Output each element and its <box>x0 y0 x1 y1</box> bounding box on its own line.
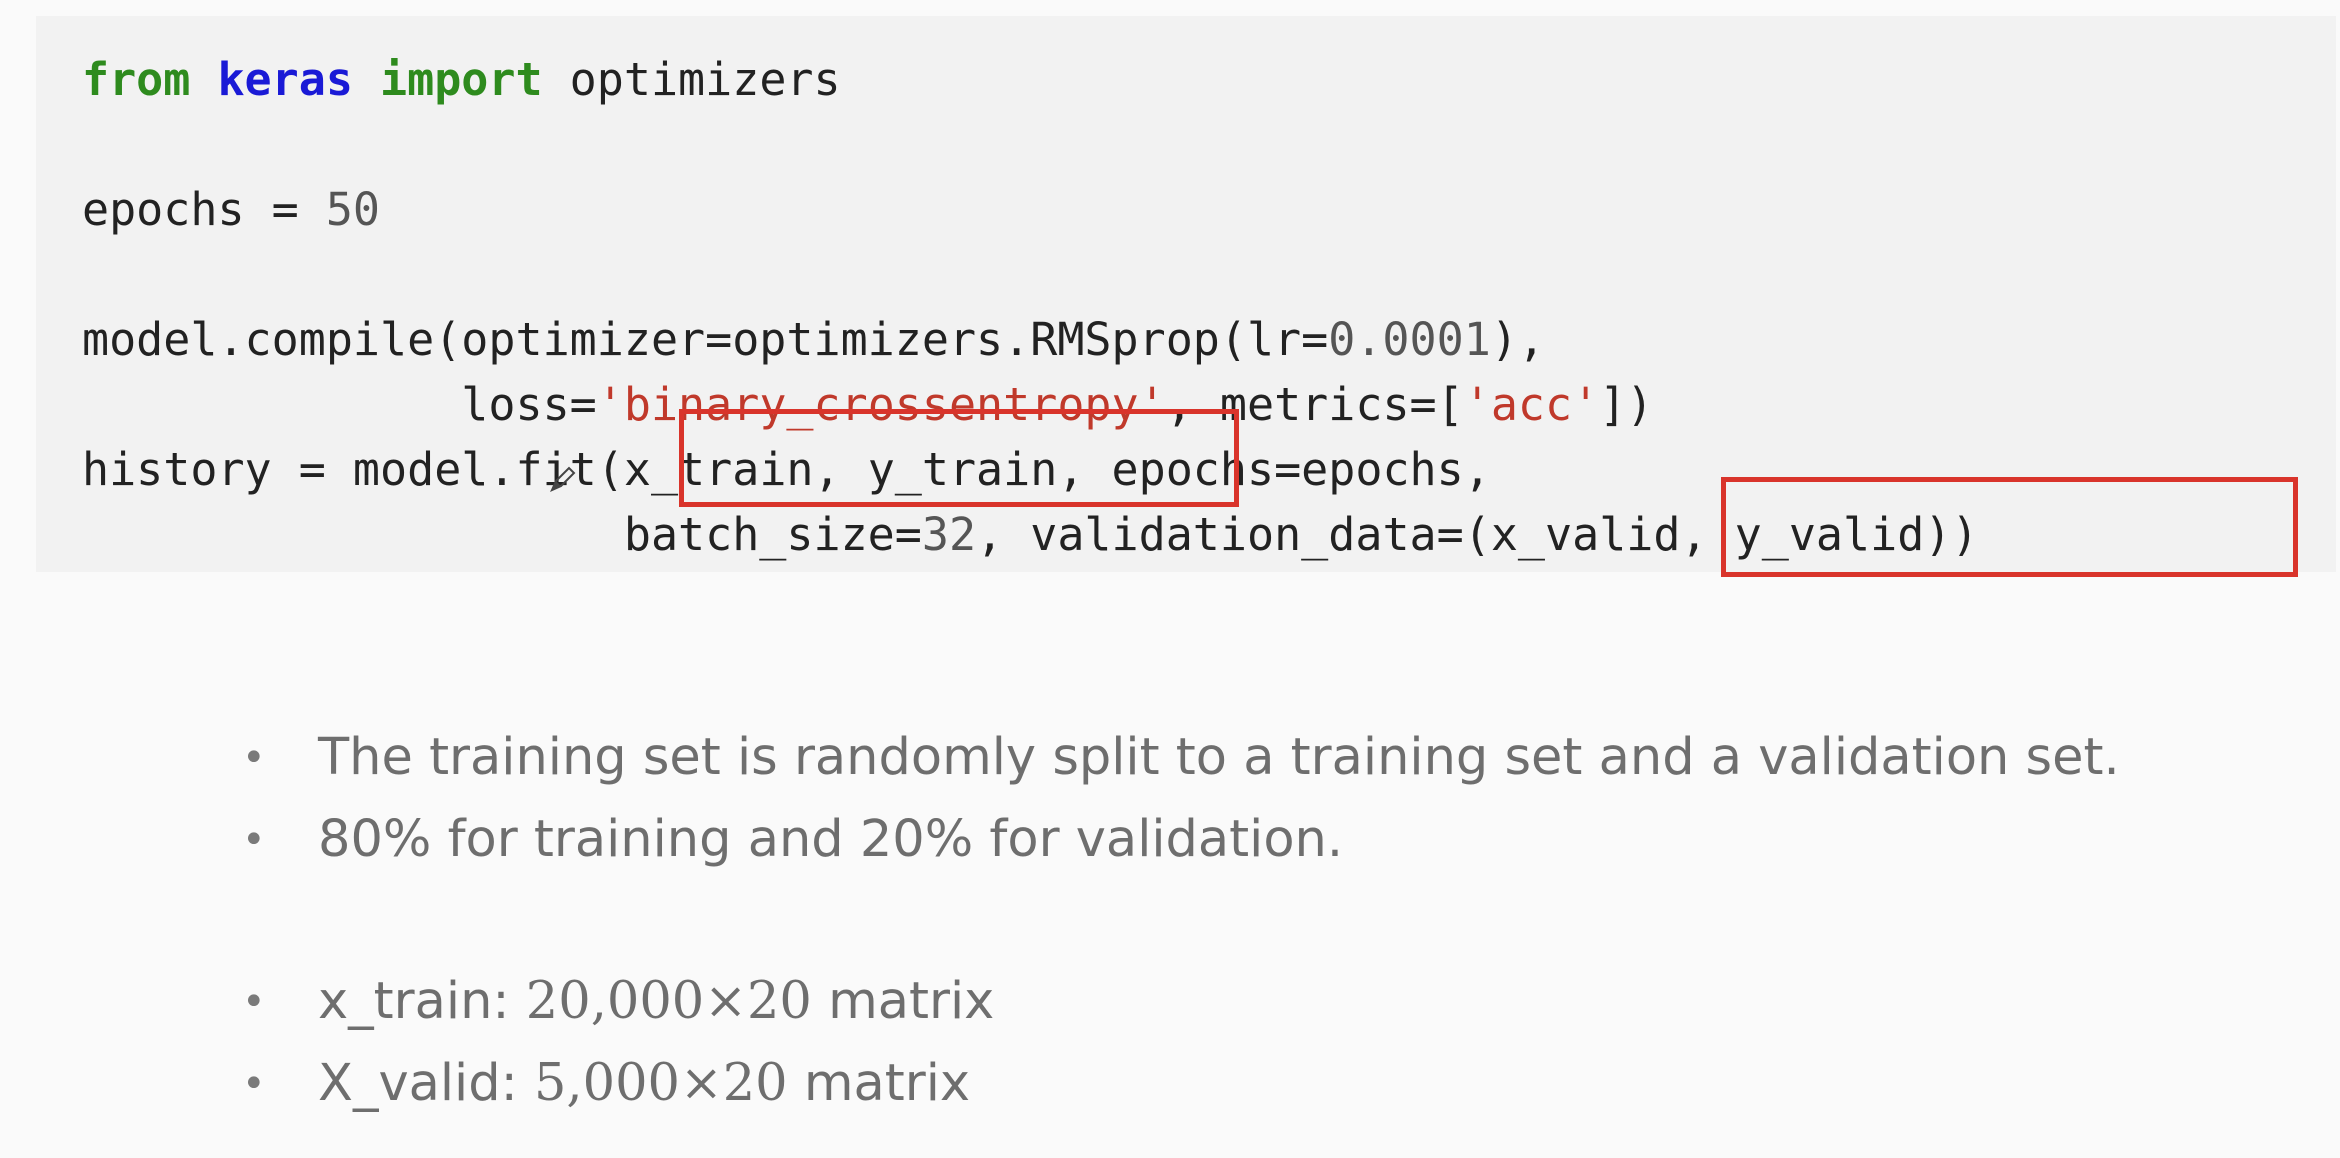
highlight-valid-args <box>1721 477 2298 577</box>
bullet-math: 5,000×20 <box>533 1054 788 1113</box>
keyword-import: import <box>380 53 543 106</box>
bullet-math: 20,000×20 <box>525 972 812 1031</box>
loss-suffix: ]) <box>1599 378 1654 431</box>
bullet-dot: • <box>242 1061 266 1107</box>
bullet-tail: matrix <box>787 1054 971 1113</box>
batch-value: 32 <box>921 508 977 561</box>
import-target: optimizers <box>542 53 841 106</box>
code-line-compile: model.compile(optimizer=optimizers.RMSpr… <box>82 310 1545 370</box>
bullet-label: X_valid: <box>318 1054 534 1113</box>
code-line-import: from keras import optimizers <box>82 50 841 110</box>
bullet-item-split: • The training set is randomly split to … <box>242 726 2120 790</box>
bullet-label: x_train: <box>318 972 526 1031</box>
pen-cursor-icon <box>550 466 576 492</box>
bullet-item-x-train: • x_train: 20,000×20 matrix <box>242 970 995 1034</box>
module-keras: keras <box>217 53 353 106</box>
compile-suffix: ), <box>1490 313 1545 366</box>
bullet-text: The training set is randomly split to a … <box>318 728 2120 787</box>
slide: from keras import optimizers epochs = 50… <box>0 0 2340 1158</box>
bullet-item-ratio: • 80% for training and 20% for validatio… <box>242 808 1344 872</box>
loss-prefix: loss= <box>82 378 597 431</box>
epochs-assign: epochs = <box>82 183 326 236</box>
bullet-text: 80% for training and 20% for validation. <box>318 810 1344 869</box>
metric-string: 'acc' <box>1463 378 1600 431</box>
batch-prefix: batch_size= <box>82 508 922 561</box>
code-line-validation: batch_size=32, validation_data=(x_valid,… <box>82 505 1979 565</box>
validation-prefix: , validation_data=( <box>976 508 1491 561</box>
bullet-tail: matrix <box>811 972 995 1031</box>
highlight-train-args <box>679 409 1239 507</box>
bullet-dot: • <box>242 817 266 863</box>
epochs-value: 50 <box>325 183 381 236</box>
bullet-item-x-valid: • X_valid: 5,000×20 matrix <box>242 1052 971 1116</box>
code-line-epochs: epochs = 50 <box>82 180 380 240</box>
lr-value: 0.0001 <box>1328 313 1491 366</box>
fit-prefix: history = model.fit( <box>82 443 624 496</box>
compile-prefix: model.compile(optimizer=optimizers.RMSpr… <box>82 313 1329 366</box>
keyword-from: from <box>82 53 191 106</box>
bullet-dot: • <box>242 979 266 1025</box>
bullet-dot: • <box>242 735 266 781</box>
